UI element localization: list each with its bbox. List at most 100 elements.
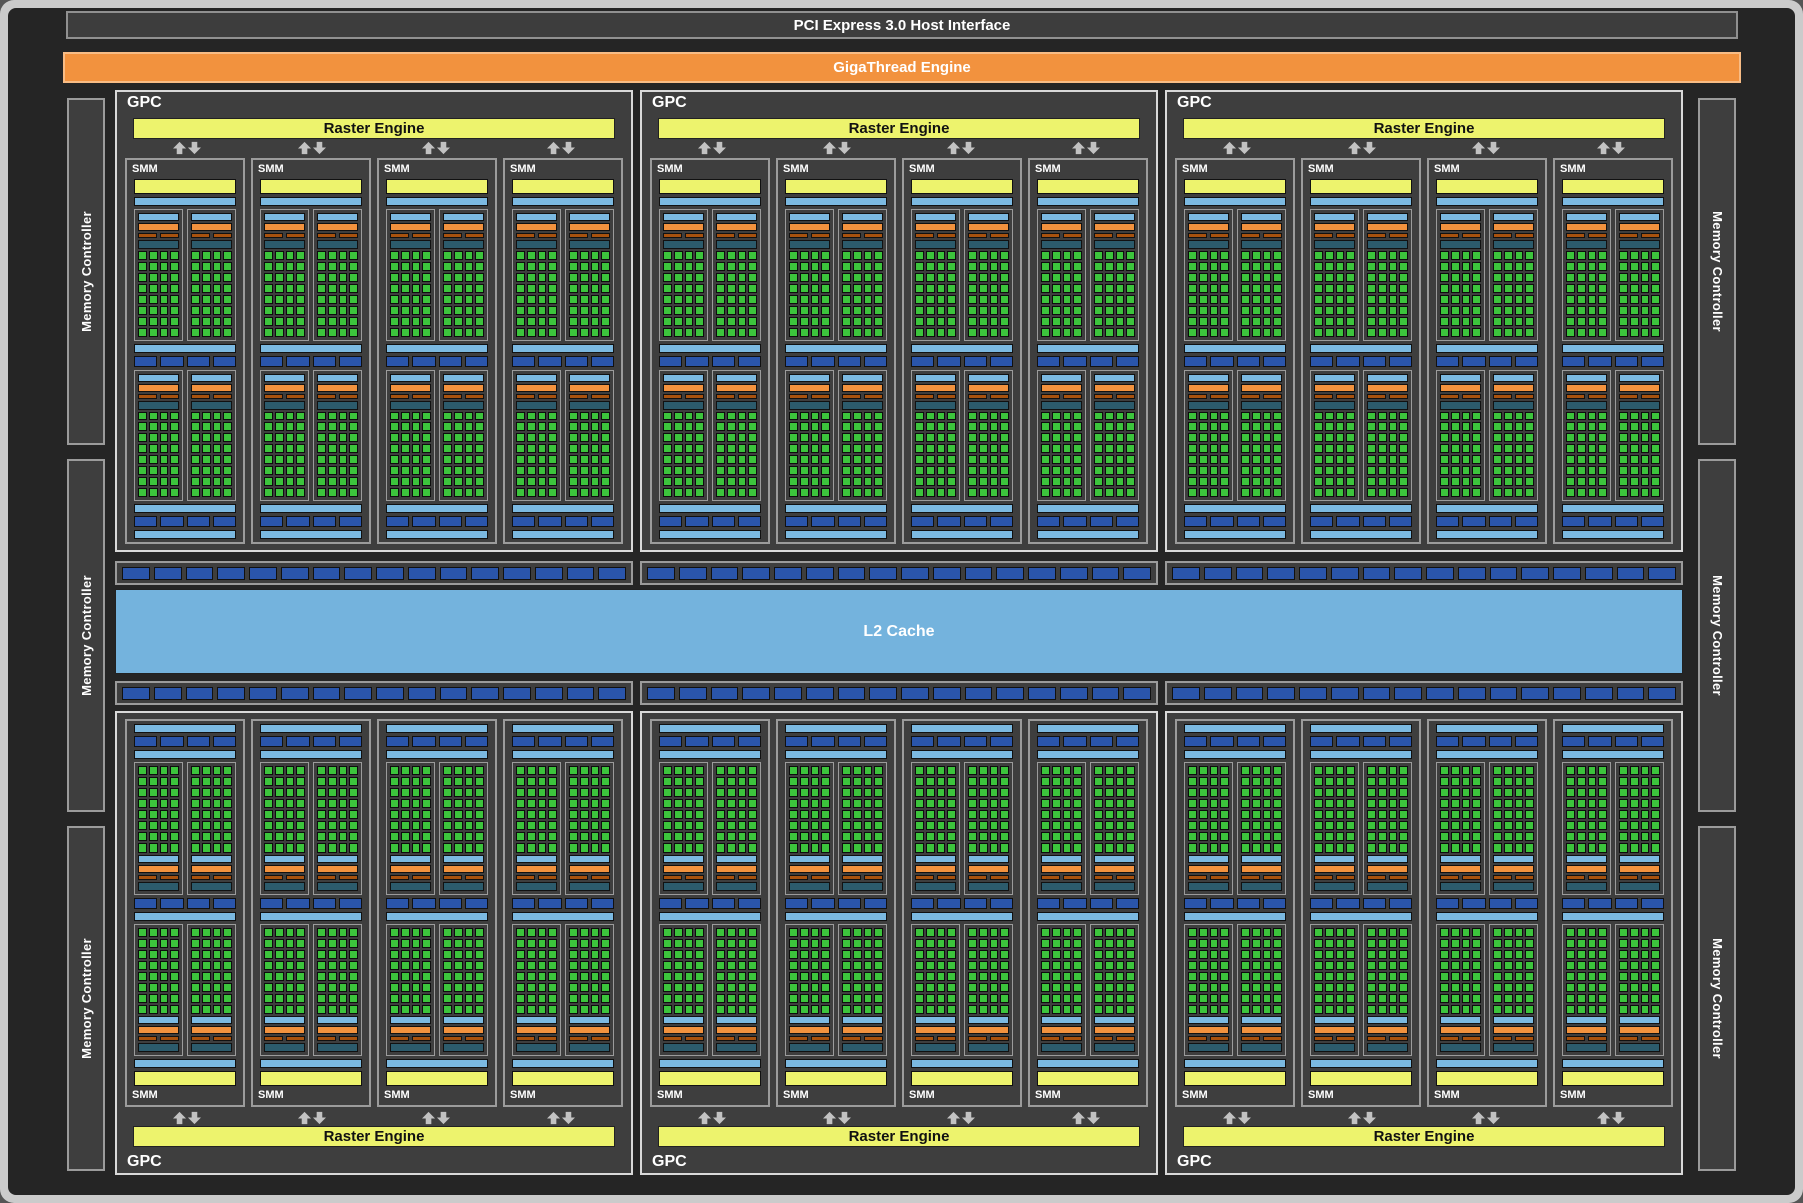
cuda-core xyxy=(1399,961,1408,970)
texture-unit-segment xyxy=(838,898,861,909)
cuda-core-grid xyxy=(1367,412,1408,498)
processing-block-pair xyxy=(386,762,488,895)
cuda-core xyxy=(937,972,946,981)
cuda-core xyxy=(1000,251,1009,260)
cuda-core xyxy=(864,972,873,981)
dispatch-units-row xyxy=(443,875,484,880)
cuda-core xyxy=(853,317,862,326)
cuda-core-grid xyxy=(1041,928,1082,1015)
cuda-core xyxy=(926,983,935,992)
cuda-core xyxy=(390,983,399,992)
cuda-core xyxy=(789,306,798,315)
cuda-core xyxy=(138,1005,147,1014)
cuda-core xyxy=(1525,262,1534,271)
cuda-core xyxy=(591,412,600,421)
cuda-core xyxy=(591,994,600,1003)
cuda-core xyxy=(915,799,924,808)
cuda-core xyxy=(716,433,725,442)
cuda-core xyxy=(1188,317,1197,326)
cuda-core xyxy=(1116,777,1125,786)
instruction-buffer-bar xyxy=(569,1016,610,1024)
cuda-core xyxy=(1525,950,1534,959)
smm-processing-block xyxy=(1184,209,1233,341)
cuda-core xyxy=(748,444,757,453)
cuda-core xyxy=(1515,843,1524,852)
cuda-core xyxy=(317,777,326,786)
cuda-core xyxy=(1188,284,1197,293)
cuda-core xyxy=(864,821,873,830)
texture-unit-segment xyxy=(1336,898,1359,909)
cuda-core xyxy=(1126,766,1135,775)
cuda-core xyxy=(685,788,694,797)
smm-processing-block xyxy=(313,762,362,895)
shared-cache-bar xyxy=(659,912,761,921)
cuda-core xyxy=(160,328,169,337)
dispatch-unit-bar xyxy=(443,875,462,880)
cuda-core xyxy=(864,328,873,337)
cuda-core xyxy=(538,832,547,841)
cuda-core xyxy=(443,1005,452,1014)
cuda-core xyxy=(422,466,431,475)
cuda-core xyxy=(601,832,610,841)
cuda-core xyxy=(317,799,326,808)
dispatch-units-row xyxy=(191,875,232,880)
register-file-bar xyxy=(1440,882,1481,891)
cuda-core xyxy=(1598,273,1607,282)
raster-engine-bar: Raster Engine xyxy=(133,118,615,139)
cuda-core xyxy=(1504,799,1513,808)
rop-unit-segment xyxy=(869,567,897,580)
cuda-core xyxy=(1063,306,1072,315)
updown-arrows-icon xyxy=(899,1109,1024,1126)
cuda-core xyxy=(527,950,536,959)
smm-processing-block xyxy=(1436,209,1485,341)
cuda-core xyxy=(1641,444,1650,453)
processing-block-pair xyxy=(911,370,1013,502)
smm-processing-block xyxy=(260,209,309,341)
cuda-core xyxy=(339,422,348,431)
instruction-buffer-bar xyxy=(569,374,610,382)
instruction-buffer-bar xyxy=(1367,213,1408,221)
warp-scheduler-bar xyxy=(1094,1026,1135,1034)
cuda-core xyxy=(1116,477,1125,486)
shared-cache-bar xyxy=(659,724,761,733)
cuda-core xyxy=(516,928,525,937)
warp-scheduler-bar xyxy=(443,865,484,873)
cuda-core xyxy=(349,488,358,497)
cuda-core xyxy=(1566,843,1575,852)
cuda-core xyxy=(1252,994,1261,1003)
cuda-core xyxy=(1199,972,1208,981)
cuda-core xyxy=(465,433,474,442)
dispatch-unit-bar xyxy=(390,233,409,238)
smm-box: SMM xyxy=(1301,158,1421,544)
cuda-core xyxy=(1598,799,1607,808)
cuda-core xyxy=(663,433,672,442)
warp-scheduler-bar xyxy=(1094,384,1135,392)
dispatch-units-row xyxy=(191,394,232,399)
cuda-core xyxy=(527,317,536,326)
warp-scheduler-bar xyxy=(569,384,610,392)
cuda-core xyxy=(569,422,578,431)
cuda-core xyxy=(591,422,600,431)
cuda-core xyxy=(1588,466,1597,475)
cuda-core xyxy=(1041,477,1050,486)
cuda-core xyxy=(926,412,935,421)
cuda-core xyxy=(1472,444,1481,453)
dispatch-unit-bar xyxy=(443,1036,462,1041)
cuda-core xyxy=(275,455,284,464)
cuda-core xyxy=(1598,306,1607,315)
cuda-core xyxy=(328,950,337,959)
memory-controller-label: Memory Controller xyxy=(1710,211,1725,332)
cuda-core xyxy=(926,466,935,475)
cuda-core xyxy=(1515,284,1524,293)
updown-arrows-svg xyxy=(697,1111,727,1125)
cuda-core xyxy=(968,1005,977,1014)
register-file-bar xyxy=(1619,401,1660,410)
cuda-core xyxy=(821,777,830,786)
instruction-buffer-bar xyxy=(1041,213,1082,221)
texture-unit-segment xyxy=(685,736,708,747)
dispatch-unit-bar xyxy=(1641,875,1660,880)
texture-units-row xyxy=(260,356,362,367)
cuda-core-grid xyxy=(390,412,431,498)
updown-arrows-icon xyxy=(1175,139,1300,156)
cuda-core xyxy=(937,950,946,959)
